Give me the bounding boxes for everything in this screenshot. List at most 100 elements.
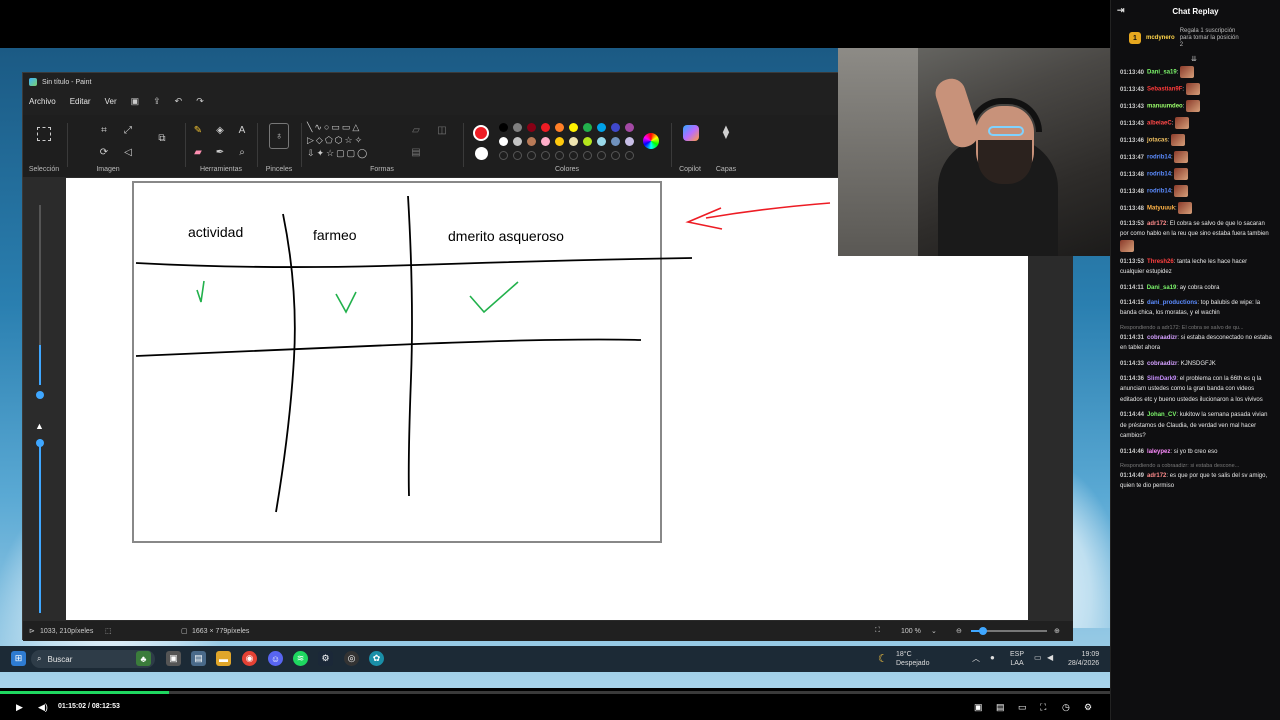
color-swatch[interactable]: [541, 137, 550, 146]
chrome-icon[interactable]: ◉: [242, 651, 257, 666]
message-username[interactable]: SlimDark9: [1147, 376, 1176, 382]
resize-icon[interactable]: ⤢: [121, 123, 135, 137]
volume-handle[interactable]: [36, 391, 44, 399]
chat-toggle-icon[interactable]: ▣: [974, 702, 983, 713]
redo-icon[interactable]: ↷: [196, 96, 204, 107]
steam-icon[interactable]: ⚙: [318, 651, 333, 666]
color-swatch[interactable]: [555, 123, 564, 132]
color-picker-icon[interactable]: ✒: [213, 145, 227, 159]
outline-icon[interactable]: ▱: [409, 123, 423, 137]
mic-icon[interactable]: ●: [990, 653, 995, 662]
custom-color-slot[interactable]: [625, 151, 634, 160]
collapse-chat-icon[interactable]: ⇥: [1117, 5, 1125, 16]
color-swatch[interactable]: [583, 123, 592, 132]
widget-icon[interactable]: ♣: [136, 651, 151, 666]
message-username[interactable]: cobraadizr: [1147, 361, 1177, 367]
edit-colors-icon[interactable]: [643, 133, 659, 149]
color-swatch[interactable]: [513, 137, 522, 146]
pinned-gift-banner[interactable]: 1 mcdynero Regala 1 suscripción para tom…: [1111, 22, 1280, 54]
zoom-level[interactable]: 100 %: [901, 628, 921, 635]
zoom-out-icon[interactable]: ⊖: [956, 627, 962, 635]
clock[interactable]: 19:09 28/4/2026: [1068, 650, 1099, 668]
custom-color-slot[interactable]: [527, 151, 536, 160]
message-username[interactable]: cobraadizr: [1147, 335, 1177, 341]
chat-reply-context[interactable]: Respondiendo a adr172: El cobra se salvo…: [1120, 324, 1272, 332]
color-swatch[interactable]: [527, 137, 536, 146]
shape-fill-dropdown-icon[interactable]: ▤: [409, 145, 423, 159]
shapes-gallery[interactable]: ╲∿○▭▭△ ▷◇⬠⬡☆✧ ⇩✦☆▢▢◯: [307, 121, 399, 160]
menu-archivo[interactable]: Archivo: [29, 97, 56, 106]
undo-icon[interactable]: ↶: [175, 96, 183, 107]
clip-icon[interactable]: ◷: [1062, 702, 1070, 713]
image-tools-icon[interactable]: ⧉: [155, 131, 169, 145]
share-icon[interactable]: ⇪: [153, 96, 161, 107]
weather[interactable]: 18°C Despejado: [896, 650, 929, 668]
color-swatch[interactable]: [541, 123, 550, 132]
copilot-icon[interactable]: [683, 125, 699, 141]
fullscreen-icon[interactable]: ⛶: [1040, 702, 1046, 713]
custom-color-slot[interactable]: [513, 151, 522, 160]
stream-video[interactable]: Sin título - Paint Archivo Editar Ver ▣ …: [0, 0, 1110, 690]
obs-icon[interactable]: ◎: [344, 651, 359, 666]
message-username[interactable]: jotacas: [1147, 138, 1168, 144]
message-username[interactable]: Thresh26: [1147, 259, 1174, 265]
custom-color-slot[interactable]: [499, 151, 508, 160]
volume-icon[interactable]: ◀: [1047, 653, 1053, 662]
language-indicator[interactable]: ESP LAA: [1010, 650, 1024, 668]
lock-icon[interactable]: ▲: [35, 421, 44, 431]
message-username[interactable]: albeiaeC: [1147, 121, 1172, 127]
color-swatch[interactable]: [569, 137, 578, 146]
miniplayer-icon[interactable]: ▭: [1018, 702, 1027, 713]
message-username[interactable]: Sebastian9F: [1147, 87, 1182, 93]
message-username[interactable]: adr172: [1147, 221, 1166, 227]
flip-icon[interactable]: ◁: [121, 145, 135, 159]
crop-icon[interactable]: ⌗: [97, 123, 111, 137]
task-view-icon[interactable]: ▣: [166, 651, 181, 666]
color-swatch[interactable]: [499, 137, 508, 146]
brightness-handle[interactable]: [36, 439, 44, 447]
color-swatch[interactable]: [513, 123, 522, 132]
message-username[interactable]: manuumdeo: [1147, 104, 1183, 110]
app-icon[interactable]: ▤: [191, 651, 206, 666]
message-username[interactable]: rodrib14: [1147, 189, 1171, 195]
settings-icon[interactable]: ⚙: [1084, 702, 1092, 713]
select-icon[interactable]: [37, 127, 51, 141]
zoom-slider-handle[interactable]: [979, 627, 987, 635]
file-explorer-icon[interactable]: ▬: [216, 651, 231, 666]
message-username[interactable]: dani_productions: [1147, 300, 1197, 306]
zoom-dropdown-icon[interactable]: ⌄: [931, 627, 937, 635]
save-icon[interactable]: ▣: [131, 96, 140, 107]
paint-taskbar-icon[interactable]: ✿: [369, 651, 384, 666]
color-swatch[interactable]: [611, 137, 620, 146]
message-username[interactable]: Dani_sa19: [1147, 70, 1177, 76]
theatre-icon[interactable]: ▤: [996, 702, 1005, 713]
brightness-track[interactable]: [39, 439, 41, 613]
chevron-up-icon[interactable]: ︿: [972, 653, 980, 664]
color-swatch[interactable]: [527, 123, 536, 132]
custom-color-slot[interactable]: [597, 151, 606, 160]
network-icon[interactable]: ▭: [1034, 653, 1042, 662]
layers-icon[interactable]: ⧫: [719, 124, 733, 139]
message-username[interactable]: Johan_CV: [1147, 412, 1176, 418]
custom-color-slot[interactable]: [611, 151, 620, 160]
color-swatch[interactable]: [569, 123, 578, 132]
color-swatch[interactable]: [625, 123, 634, 132]
text-icon[interactable]: A: [235, 123, 249, 137]
magnifier-icon[interactable]: ⌕: [235, 145, 249, 159]
message-username[interactable]: rodrib14: [1147, 155, 1171, 161]
fill-shape-icon[interactable]: ◫: [435, 123, 449, 137]
eraser-icon[interactable]: ▰: [191, 145, 205, 159]
custom-color-slot[interactable]: [541, 151, 550, 160]
message-username[interactable]: adr172: [1147, 473, 1166, 479]
fill-icon[interactable]: ◈: [213, 123, 227, 137]
message-username[interactable]: Matyuuuk: [1147, 206, 1175, 212]
color-swatch[interactable]: [625, 137, 634, 146]
play-icon[interactable]: ▶: [16, 702, 23, 713]
custom-color-slot[interactable]: [583, 151, 592, 160]
color-swatch[interactable]: [597, 137, 606, 146]
color-swatch[interactable]: [555, 137, 564, 146]
color-swatch[interactable]: [583, 137, 592, 146]
custom-color-slot[interactable]: [555, 151, 564, 160]
menu-ver[interactable]: Ver: [105, 97, 117, 106]
scroll-down-icon[interactable]: ⇊: [1191, 55, 1197, 63]
